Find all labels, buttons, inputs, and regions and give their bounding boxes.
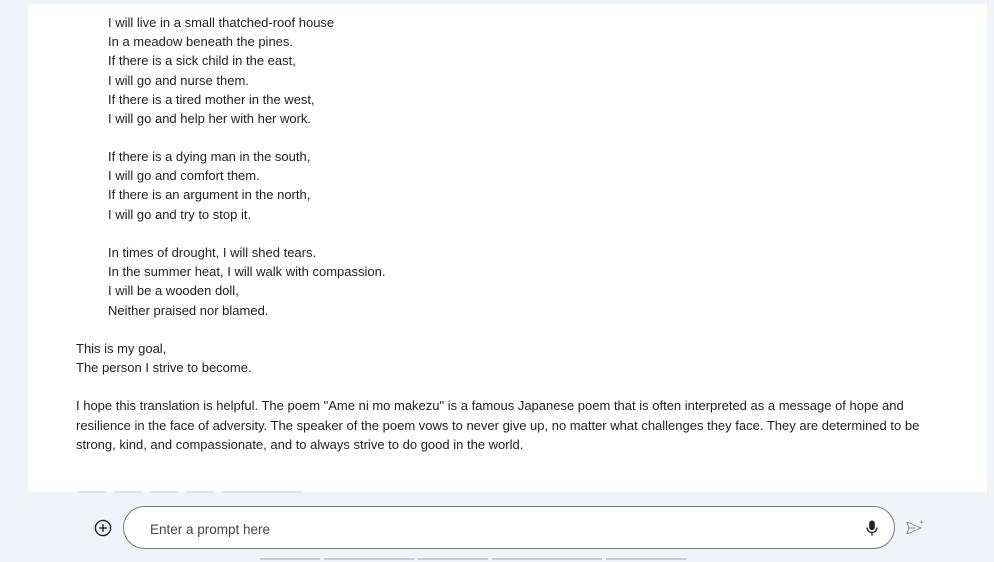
- send-button[interactable]: [905, 519, 925, 537]
- footer-disclaimer-cutoff: [260, 558, 740, 560]
- poem-line: Neither praised nor blamed.: [108, 302, 269, 318]
- poem-line: I will go and nurse them.: [108, 72, 249, 88]
- poem-line: In a meadow beneath the pines.: [108, 34, 294, 50]
- response-actions-bar: [78, 491, 318, 494]
- action-placeholder: [150, 491, 178, 493]
- summary-paragraph: I hope this translation is helpful. The …: [76, 398, 920, 453]
- action-placeholder: [222, 491, 302, 493]
- poem-stanza-3: In times of drought, I will shed tears. …: [108, 243, 385, 320]
- poem-line: I will be a wooden doll,: [108, 283, 239, 299]
- microphone-icon: [866, 520, 878, 536]
- response-card: I will live in a small thatched-roof hou…: [28, 4, 987, 492]
- closing-lines: This is my goal, The person I strive to …: [76, 339, 936, 377]
- summary-block: I hope this translation is helpful. The …: [76, 396, 936, 455]
- poem-line: I will go and try to stop it.: [108, 206, 252, 222]
- closing-line: The person I strive to become.: [76, 360, 252, 376]
- prompt-input[interactable]: [148, 517, 832, 541]
- poem-stanza-2: If there is a dying man in the south, I …: [108, 147, 310, 224]
- poem-line: In the summer heat, I will walk with com…: [108, 264, 386, 280]
- poem-line: I will go and help her with her work.: [108, 110, 312, 126]
- poem-stanza-1: I will live in a small thatched-roof hou…: [108, 13, 334, 128]
- poem-line: If there is a sick child in the east,: [108, 53, 296, 69]
- add-attachment-button[interactable]: [94, 519, 112, 537]
- action-placeholder: [114, 491, 142, 493]
- poem-line: I will go and comfort them.: [108, 168, 260, 184]
- poem-line: I will live in a small thatched-roof hou…: [108, 15, 335, 30]
- send-icon: [906, 520, 924, 535]
- poem-line: In times of drought, I will shed tears.: [108, 245, 317, 260]
- action-placeholder: [78, 491, 106, 493]
- microphone-button[interactable]: [862, 518, 882, 538]
- poem-line: If there is a dying man in the south,: [108, 149, 311, 164]
- poem-line: If there is an argument in the north,: [108, 187, 311, 203]
- action-placeholder: [186, 491, 214, 493]
- prompt-box: [123, 506, 895, 549]
- poem-line: If there is a tired mother in the west,: [108, 91, 315, 107]
- plus-circle-icon: [94, 519, 112, 537]
- closing-line: This is my goal,: [76, 341, 167, 356]
